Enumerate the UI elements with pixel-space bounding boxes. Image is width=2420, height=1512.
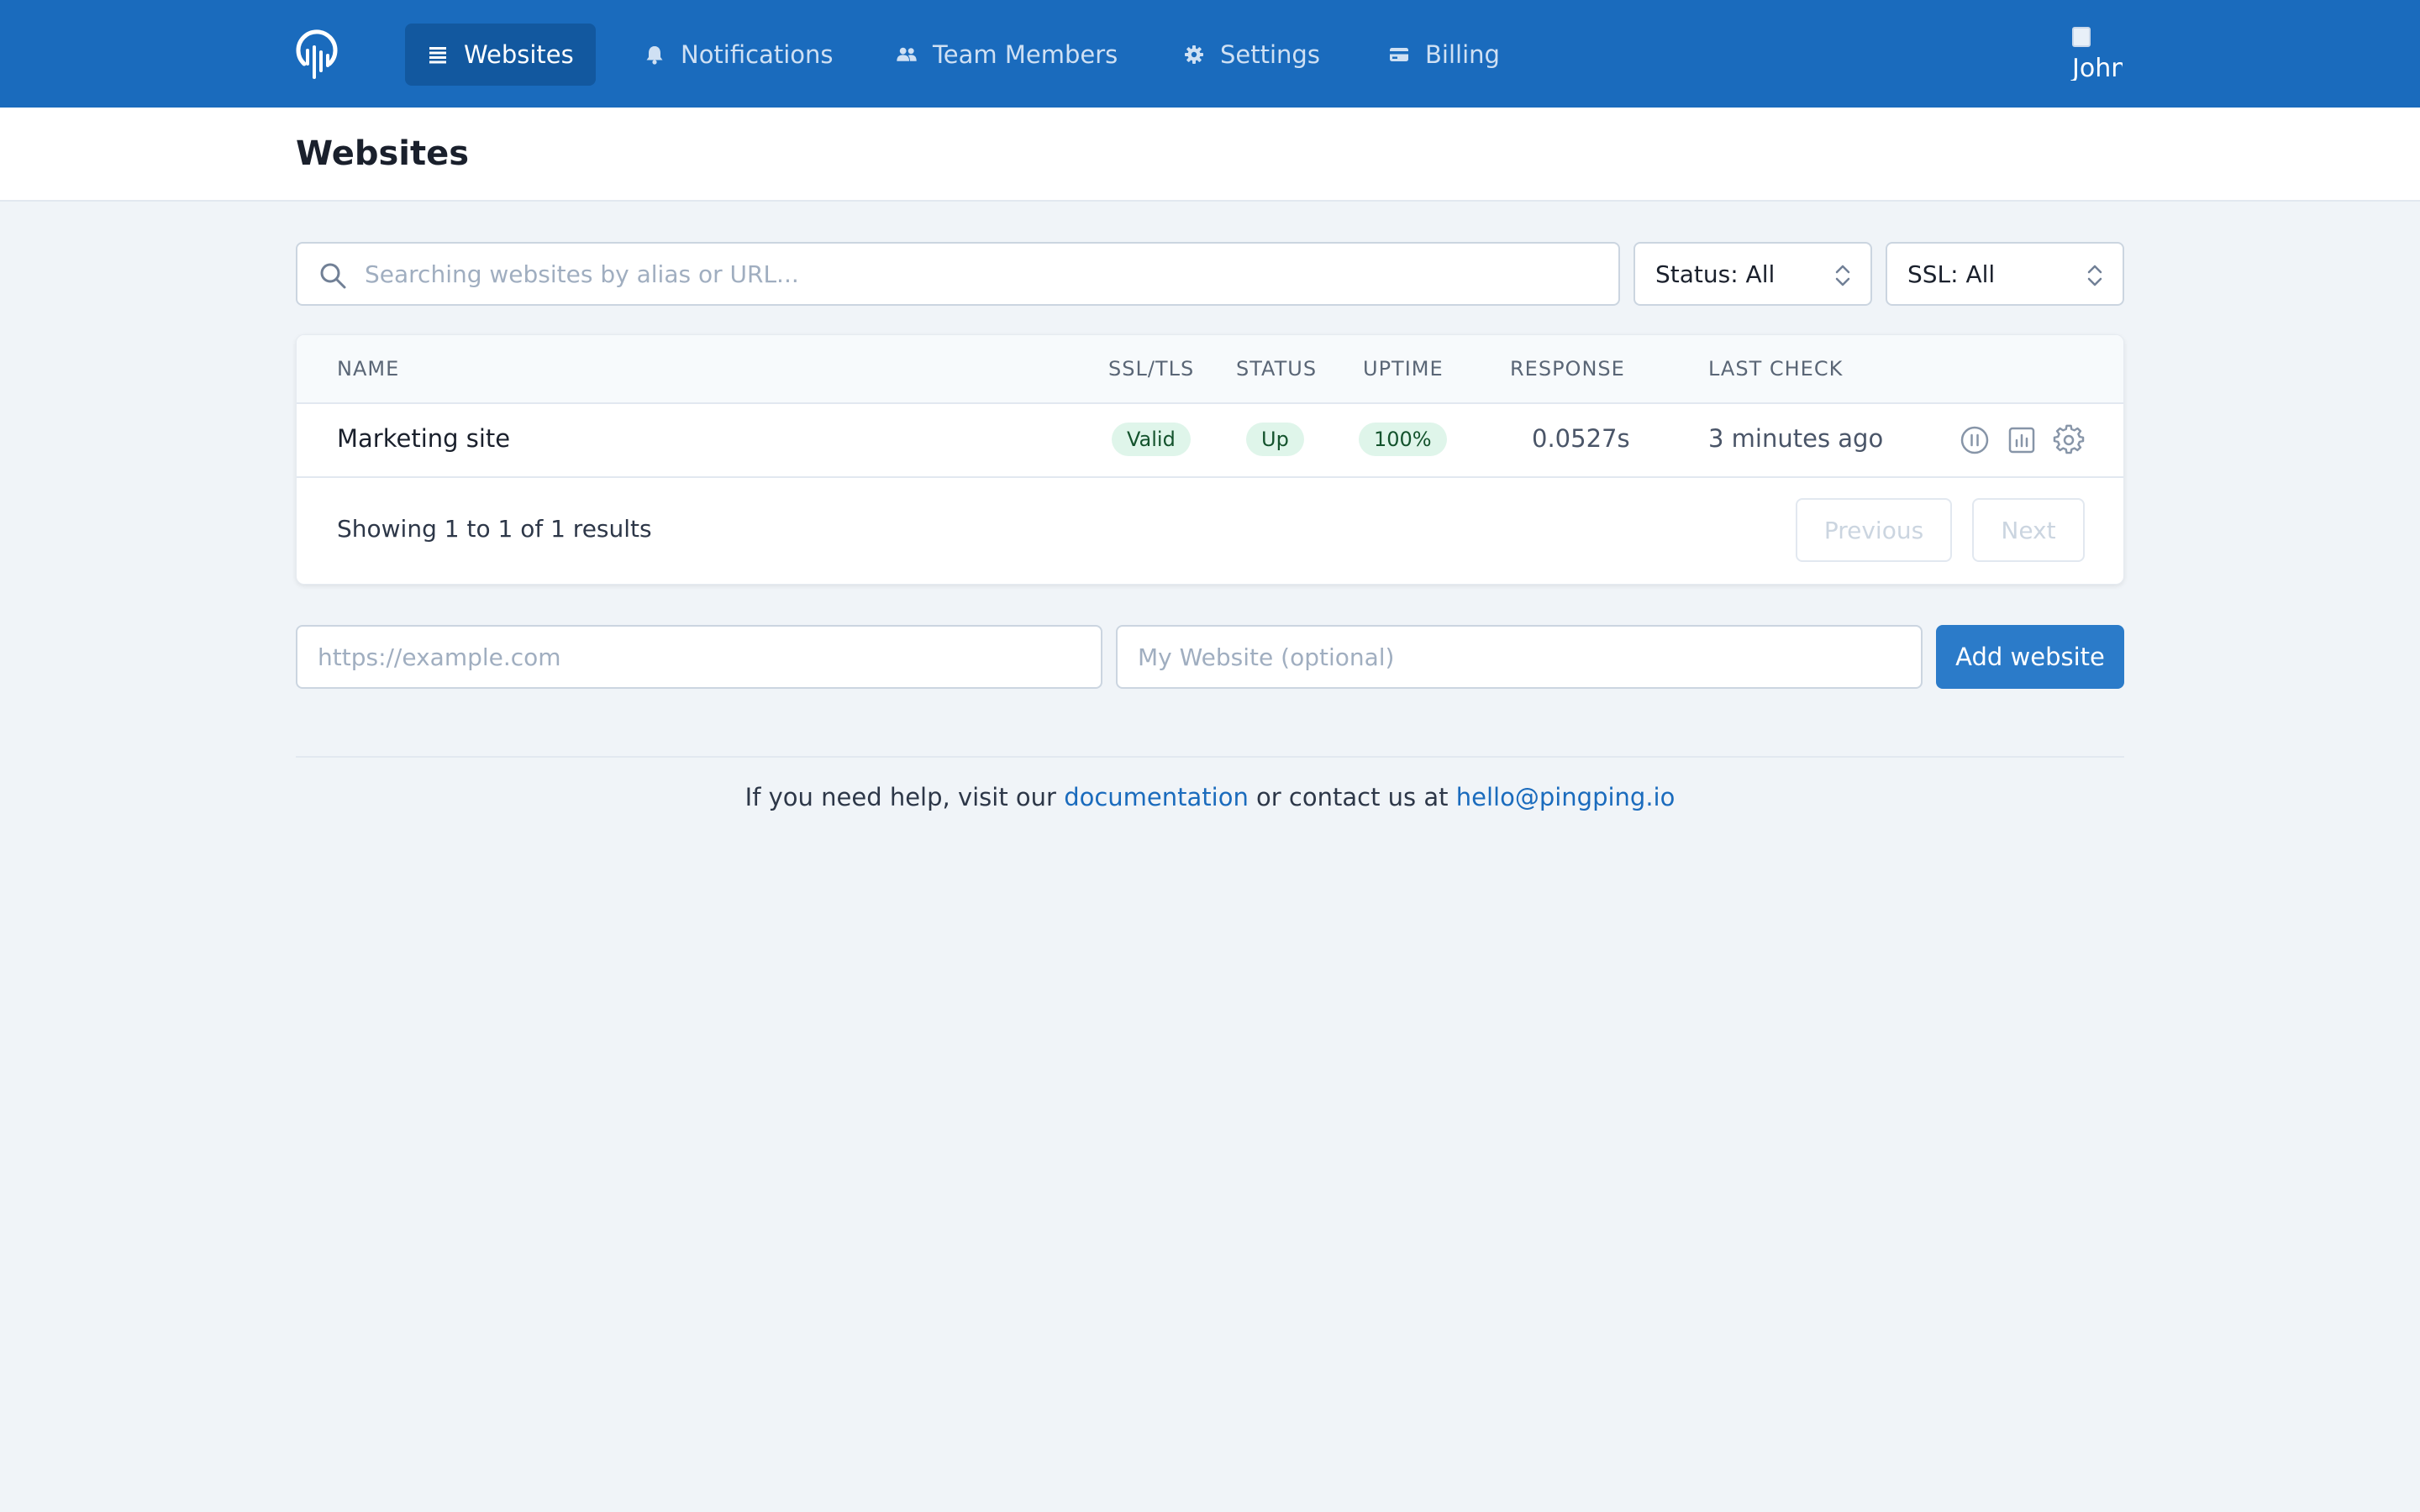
website-url-input[interactable] [296,625,1102,689]
help-text-middle: or contact us at [1256,783,1449,811]
website-name[interactable]: Marketing site [337,424,510,453]
results-summary: Showing 1 to 1 of 1 results [337,515,652,543]
add-website-button[interactable]: Add website [1936,625,2124,689]
help-text: If you need help, visit our documentatio… [0,783,2420,811]
users-icon [897,47,917,61]
nav-item-label: Settings [1220,40,1320,69]
table-row[interactable]: Marketing site Valid Up 100% 0.0527s 3 m… [297,404,2123,478]
chart-icon[interactable] [2006,424,2038,456]
response-time: 0.0527s [1532,424,1630,453]
pingping-logo-icon[interactable] [294,25,339,81]
column-header-status[interactable]: STATUS [1236,357,1317,381]
avatar-alt-text: John [2072,54,2123,81]
table-pagination: Showing 1 to 1 of 1 results Previous Nex… [297,478,2123,584]
bell-icon [646,46,663,65]
column-header-name[interactable]: NAME [337,357,399,381]
nav-item-notifications[interactable]: Notifications [622,24,855,86]
help-text-before: If you need help, visit our [744,783,1056,811]
list-icon [429,47,446,64]
search-icon [320,263,346,289]
nav-item-billing[interactable]: Billing [1366,24,1522,86]
search-input[interactable] [365,244,1608,304]
nav-item-label: Notifications [681,40,834,69]
last-check-time: 3 minutes ago [1708,424,1884,453]
status-badge: Up [1246,423,1304,456]
ssl-filter-select[interactable]: SSL: All [1886,242,2124,306]
page-title: Websites [296,134,470,173]
footer-divider [296,756,2124,758]
websites-table-card: NAME SSL/TLS STATUS UPTIME RESPONSE LAST… [296,334,2124,585]
page-header: Websites [0,108,2420,202]
select-arrows-icon [2087,265,2102,286]
nav-item-label: Team Members [933,40,1118,69]
broken-image-icon [2072,27,2091,47]
column-header-uptime[interactable]: UPTIME [1363,357,1444,381]
nav-item-team-members[interactable]: Team Members [874,24,1139,86]
settings-gear-icon[interactable] [2053,424,2085,456]
previous-page-button[interactable]: Previous [1796,498,1952,562]
gear-icon [1185,45,1203,64]
pause-icon[interactable] [1959,424,1991,456]
top-navbar: Websites Notifications Team Members Sett… [0,0,2420,108]
search-box [296,242,1620,306]
next-page-button[interactable]: Next [1972,498,2085,562]
column-header-last-check[interactable]: LAST CHECK [1708,357,1843,381]
credit-card-icon [1390,48,1408,61]
user-avatar[interactable]: John [2069,27,2123,81]
nav-item-settings[interactable]: Settings [1161,24,1342,86]
select-arrows-icon [1835,265,1850,286]
status-filter-value: Status: All [1655,260,1776,288]
status-filter-select[interactable]: Status: All [1634,242,1872,306]
nav-item-label: Websites [464,40,574,69]
nav-item-label: Billing [1425,40,1500,69]
table-header: NAME SSL/TLS STATUS UPTIME RESPONSE LAST… [297,335,2123,404]
ssl-filter-value: SSL: All [1907,260,1996,288]
documentation-link[interactable]: documentation [1064,783,1249,811]
uptime-badge: 100% [1359,423,1447,456]
column-header-ssl[interactable]: SSL/TLS [1108,357,1194,381]
ssl-badge: Valid [1112,423,1191,456]
website-name-input[interactable] [1116,625,1923,689]
nav-item-websites[interactable]: Websites [405,24,596,86]
column-header-response[interactable]: RESPONSE [1510,357,1625,381]
support-email-link[interactable]: hello@pingping.io [1456,783,1676,811]
